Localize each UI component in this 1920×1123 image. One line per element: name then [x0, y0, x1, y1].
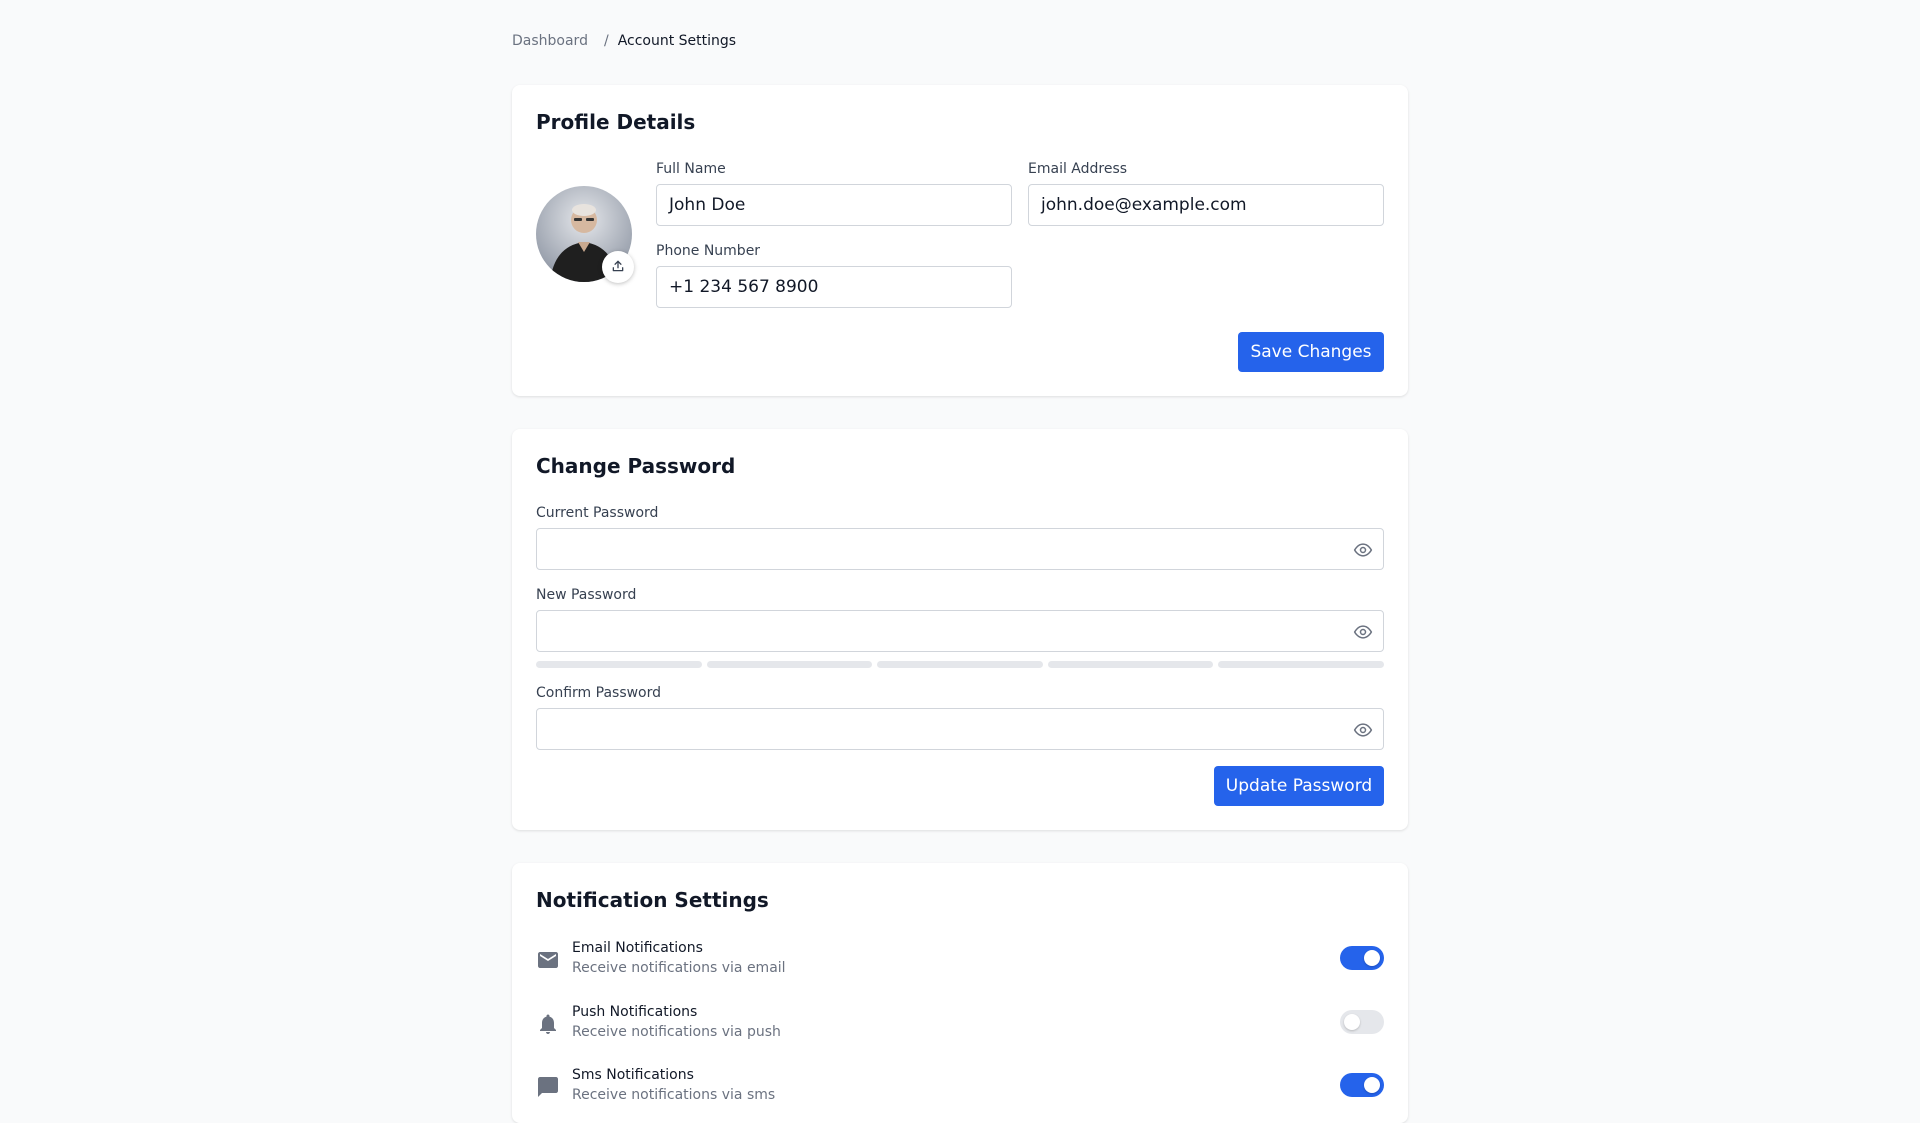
current-password-input[interactable] [536, 528, 1384, 570]
sms-icon [536, 1075, 560, 1099]
email-notifications-toggle[interactable] [1340, 946, 1384, 970]
email-label: Email Address [1028, 161, 1128, 177]
push-notifications-toggle[interactable] [1340, 1010, 1384, 1034]
breadcrumb-dashboard-link[interactable]: Dashboard [512, 33, 588, 49]
change-password-card: Change Password Current Password New Pas… [512, 429, 1408, 830]
notification-settings-card: Notification Settings Email Notification… [512, 863, 1408, 1123]
notification-row-push: Push Notifications Receive notifications… [536, 1004, 1384, 1052]
notification-description: Receive notifications via push [572, 1024, 781, 1040]
notification-title: Email Notifications [572, 940, 703, 956]
bell-icon [536, 1012, 560, 1036]
strength-segment [1047, 661, 1214, 668]
notification-title: Sms Notifications [572, 1067, 694, 1083]
eye-icon[interactable] [1353, 720, 1373, 740]
confirm-password-input[interactable] [536, 708, 1384, 750]
phone-input[interactable]: +1 234 567 8900 [656, 266, 1012, 308]
toggle-knob [1344, 1014, 1360, 1030]
phone-label: Phone Number [656, 243, 761, 259]
breadcrumb-current-page: Account Settings [617, 33, 737, 49]
toggle-knob [1364, 950, 1380, 966]
mail-icon [536, 948, 560, 972]
breadcrumb-separator: / [603, 33, 609, 49]
upload-photo-button[interactable] [602, 251, 634, 283]
notification-row-email: Email Notifications Receive notification… [536, 940, 1384, 988]
breadcrumb: Dashboard / Account Settings [512, 33, 736, 49]
email-input[interactable]: john.doe@example.com [1028, 184, 1384, 226]
upload-icon [611, 258, 625, 277]
current-password-label: Current Password [536, 505, 659, 521]
sms-notifications-toggle[interactable] [1340, 1073, 1384, 1097]
save-changes-button[interactable]: Save Changes [1238, 332, 1384, 372]
strength-segment [536, 661, 702, 668]
notification-description: Receive notifications via email [572, 960, 786, 976]
eye-icon[interactable] [1353, 540, 1373, 560]
notification-description: Receive notifications via sms [572, 1087, 776, 1103]
full-name-input[interactable]: John Doe [656, 184, 1012, 226]
toggle-knob [1364, 1077, 1380, 1093]
notification-row-sms: Sms Notifications Receive notifications … [536, 1067, 1384, 1115]
password-strength-meter [536, 661, 1384, 668]
new-password-label: New Password [536, 587, 637, 603]
new-password-input[interactable] [536, 610, 1384, 652]
notification-title: Push Notifications [572, 1004, 698, 1020]
confirm-password-label: Confirm Password [536, 685, 662, 701]
full-name-label: Full Name [656, 161, 726, 177]
profile-details-card: Profile Details Full Name John Doe Email… [512, 85, 1408, 396]
strength-segment [877, 661, 1043, 668]
strength-segment [706, 661, 873, 668]
eye-icon[interactable] [1353, 622, 1373, 642]
profile-details-title: Profile Details [536, 110, 696, 134]
notification-settings-title: Notification Settings [536, 888, 769, 912]
change-password-title: Change Password [536, 454, 736, 478]
strength-segment [1218, 661, 1384, 668]
update-password-button[interactable]: Update Password [1214, 766, 1384, 806]
